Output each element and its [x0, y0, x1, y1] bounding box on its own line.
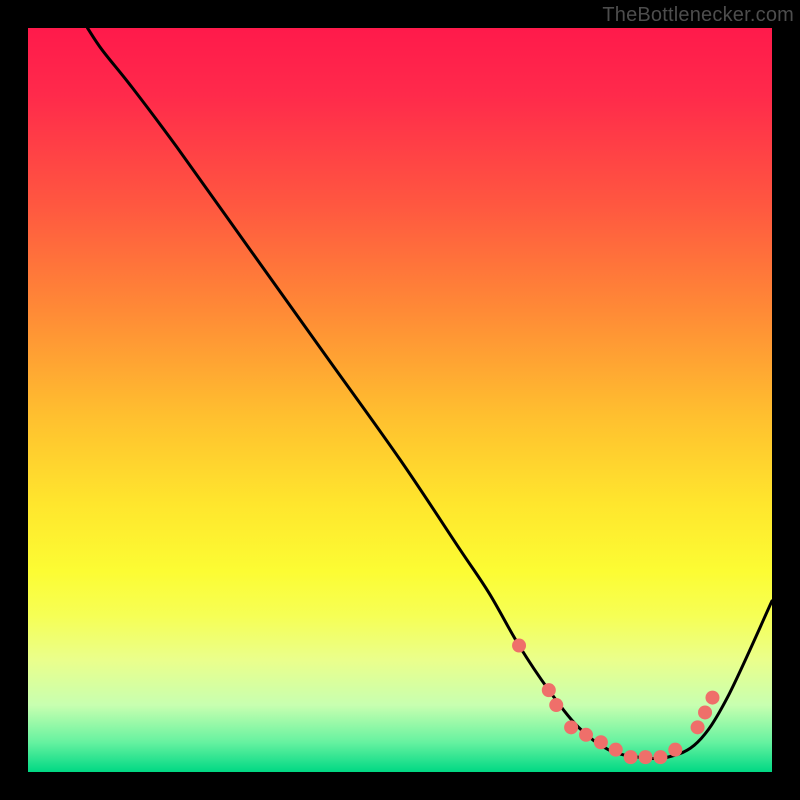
highlight-dot [512, 639, 526, 653]
watermark-text: TheBottlenecker.com [602, 4, 794, 27]
highlight-dot [549, 698, 563, 712]
highlight-dot [639, 750, 653, 764]
highlight-dot [609, 743, 623, 757]
highlight-dot [705, 691, 719, 705]
highlight-dot [653, 750, 667, 764]
highlight-dots [512, 639, 719, 765]
highlight-dot [668, 743, 682, 757]
chart-frame: TheBottlenecker.com [0, 0, 800, 800]
plot-area [28, 28, 772, 772]
highlight-dot [579, 728, 593, 742]
highlight-dot [698, 705, 712, 719]
highlight-dot [594, 735, 608, 749]
highlight-dot [691, 720, 705, 734]
bottleneck-curve [88, 28, 772, 759]
highlight-dot [542, 683, 556, 697]
chart-svg [28, 28, 772, 772]
highlight-dot [624, 750, 638, 764]
highlight-dot [564, 720, 578, 734]
